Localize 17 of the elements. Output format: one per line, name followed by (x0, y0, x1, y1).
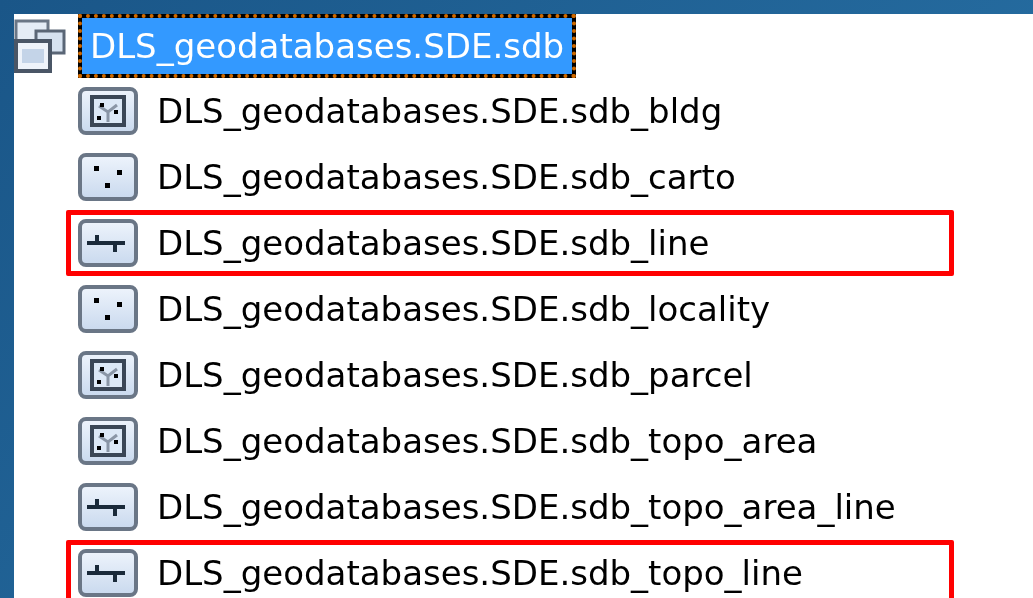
line-layer-icon (77, 548, 139, 598)
database-connection-icon (14, 19, 66, 73)
tree-item[interactable]: DLS_geodatabases.SDE.sdb_bldg (157, 89, 723, 133)
polygon-layer-icon (77, 86, 139, 136)
polygon-layer-icon (77, 350, 139, 400)
tree-item[interactable]: DLS_geodatabases.SDE.sdb_topo_line (157, 551, 803, 595)
tree-item[interactable]: DLS_geodatabases.SDE.sdb_locality (157, 287, 771, 331)
line-layer-icon (77, 482, 139, 532)
tree-item[interactable]: DLS_geodatabases.SDE.sdb_parcel (157, 353, 753, 397)
point-layer-icon (77, 152, 139, 202)
line-layer-icon (77, 218, 139, 268)
point-layer-icon (77, 284, 139, 334)
tree-item[interactable]: DLS_geodatabases.SDE.sdb_topo_area_line (157, 485, 896, 529)
polygon-layer-icon (77, 416, 139, 466)
tree-item[interactable]: DLS_geodatabases.SDE.sdb_topo_area (157, 419, 818, 463)
tree-item[interactable]: DLS_geodatabases.SDE.sdb_line (157, 221, 710, 265)
tree-item[interactable]: DLS_geodatabases.SDE.sdb_carto (157, 155, 736, 199)
